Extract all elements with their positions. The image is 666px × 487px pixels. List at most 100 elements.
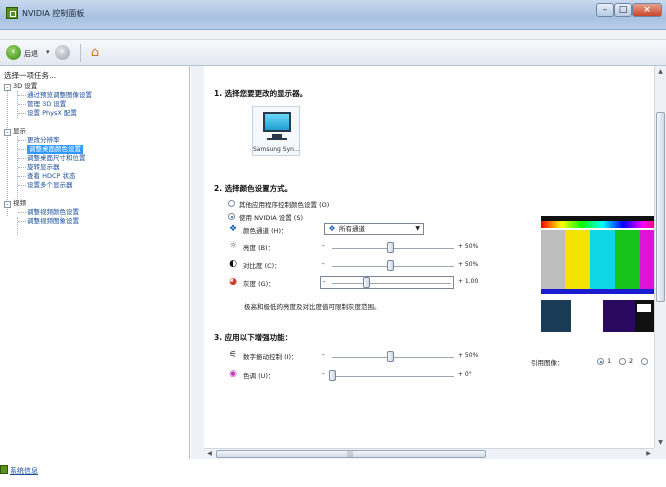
preview-bar-green	[615, 230, 640, 289]
tree-item-video-color[interactable]: 调整视频颜色设置	[27, 208, 79, 217]
back-dropdown-icon[interactable]: ▾	[46, 48, 50, 56]
monitor-icon	[263, 112, 291, 132]
section-color-method: 2. 选择颜色设置方式。	[214, 184, 293, 193]
minimize-button[interactable]: –	[596, 3, 614, 17]
vertical-scrollbar[interactable]: ▲ ▼	[654, 66, 666, 448]
contrast-value: + 50%	[458, 261, 479, 268]
tree-category-display[interactable]: - 显示	[4, 127, 26, 136]
tree-item-desktop-size-position[interactable]: 调整桌面尺寸和位置	[27, 154, 86, 163]
vertical-scroll-thumb[interactable]	[656, 112, 665, 302]
tree-category-label: 视频	[13, 199, 26, 207]
color-channel-value: 所有通道	[339, 225, 365, 233]
reference-image-option-1[interactable]: 1	[607, 357, 611, 365]
close-button[interactable]: ×	[632, 3, 662, 17]
scroll-left-icon[interactable]: ◀	[204, 449, 215, 459]
tree-connector	[18, 176, 26, 177]
radio-use-nvidia-label[interactable]: 使用 NVIDIA 设置 (S)	[239, 212, 303, 222]
color-channel-label: 颜色通道 (H)：	[243, 227, 288, 235]
tree-item-preview-image-settings[interactable]: 通过预览调整图像设置	[27, 91, 92, 100]
brightness-icon: ☼	[228, 241, 238, 251]
radio-other-apps-control[interactable]	[228, 200, 235, 207]
gamma-slider-thumb[interactable]	[362, 277, 370, 288]
tree-category-label: 3D 设置	[13, 82, 38, 90]
hue-minus: -	[322, 370, 325, 378]
tree-connector	[18, 140, 26, 141]
tree-item-desktop-color-settings[interactable]: 调整桌面颜色设置	[27, 145, 83, 154]
hue-slider-track[interactable]	[332, 376, 454, 377]
brightness-slider-thumb[interactable]	[386, 242, 394, 253]
tree-connector	[17, 217, 18, 235]
scroll-up-icon[interactable]: ▲	[655, 66, 666, 77]
home-icon[interactable]: ⌂	[86, 44, 104, 62]
monitor-base	[267, 138, 287, 140]
tree-connector	[18, 149, 26, 150]
scroll-down-icon[interactable]: ▼	[655, 437, 666, 448]
collapse-icon[interactable]: -	[4, 201, 11, 208]
horizontal-scrollbar[interactable]: ◀ ||| ▶	[204, 448, 654, 459]
section-enhancements: 3. 应用以下增强功能：	[214, 333, 293, 342]
tree-item-multiple-displays[interactable]: 设置多个显示器	[27, 181, 73, 190]
tree-connector	[18, 221, 26, 222]
reference-image-preview	[541, 216, 664, 336]
task-panel: 选择一项任务... -3D 设置 通过预览调整图像设置 管理 3D 设置 设置 …	[0, 66, 190, 459]
gamma-minus: -	[323, 278, 326, 286]
hue-label: 色调 (U)：	[243, 372, 275, 380]
tree-item-manage-3d[interactable]: 管理 3D 设置	[27, 100, 66, 109]
tree-item-physx[interactable]: 设置 PhysX 配置	[27, 109, 77, 118]
tree-item-video-image[interactable]: 调整视频图象设置	[27, 217, 79, 226]
task-panel-heading: 选择一项任务...	[4, 71, 57, 80]
contrast-slider-thumb[interactable]	[386, 260, 394, 271]
tree-item-hdcp-status[interactable]: 查看 HDCP 状态	[27, 172, 75, 181]
brightness-label: 亮度 (B)：	[243, 244, 275, 252]
hue-value: + 0°	[458, 371, 472, 378]
gamma-label: 灰度 (G)：	[243, 280, 275, 288]
system-information-label[interactable]: 系统信息	[10, 467, 38, 475]
back-arrow-icon[interactable]: ‹	[6, 45, 21, 60]
contrast-minus: -	[322, 260, 325, 268]
title-bar: NVIDIA 控制面板 – □ ×	[0, 0, 666, 30]
tree-category-video[interactable]: - 视频	[4, 199, 26, 208]
section-select-display: 1. 选择您要更改的显示器。	[214, 89, 308, 98]
vibrance-slider-thumb[interactable]	[386, 351, 394, 362]
color-channel-dropdown[interactable]: ❖ 所有通道 ▼	[324, 223, 424, 235]
reference-image-radio-2[interactable]	[619, 358, 626, 365]
collapse-icon[interactable]: -	[4, 84, 11, 91]
preview-navy-block	[541, 300, 571, 332]
horizontal-scroll-thumb[interactable]: |||	[216, 450, 486, 458]
collapse-icon[interactable]: -	[4, 129, 11, 136]
gamma-note: 极高和极低的亮度及对比度值可限制灰度范围。	[244, 303, 381, 311]
tree-connector	[18, 95, 26, 96]
preview-bar-cyan	[590, 230, 615, 289]
gamma-icon: ◕	[229, 277, 237, 287]
system-information-link[interactable]: 系统信息	[0, 465, 38, 476]
hue-slider-thumb[interactable]	[329, 370, 336, 381]
tree-category-label: 显示	[13, 127, 26, 135]
monitor-selector[interactable]: Samsung Syn...	[252, 106, 300, 156]
tree-connector	[18, 185, 26, 186]
toolbar: ‹ 后退 ▾ › ⌂	[0, 40, 666, 66]
tree-connector	[18, 113, 26, 114]
reference-image-radio-1[interactable]	[597, 358, 604, 365]
forward-arrow-icon[interactable]: ›	[55, 45, 70, 60]
back-button-label[interactable]: 后退	[24, 49, 38, 59]
radio-other-apps-label[interactable]: 其他应用程序控制颜色设置 (O)	[239, 199, 329, 209]
preview-bar-yellow	[565, 230, 590, 289]
vibrance-icon: ⚟	[228, 350, 238, 360]
nvidia-app-icon	[6, 7, 18, 19]
tree-category-3d[interactable]: -3D 设置	[4, 82, 37, 91]
scroll-right-icon[interactable]: ▶	[643, 449, 654, 459]
maximize-button[interactable]: □	[614, 3, 632, 17]
vibrance-label: 数字振动控制 (I)：	[243, 353, 298, 361]
tree-item-change-resolution[interactable]: 更改分辨率	[27, 136, 60, 145]
tree-item-rotate-display[interactable]: 旋转显示器	[27, 163, 60, 172]
radio-use-nvidia-settings[interactable]	[228, 213, 235, 220]
reference-image-radio-3[interactable]	[641, 358, 648, 365]
reference-image-option-2[interactable]: 2	[629, 357, 633, 365]
settings-panel: 1. 选择您要更改的显示器。 Samsung Syn... 2. 选择颜色设置方…	[191, 66, 666, 459]
contrast-label: 对比度 (C)：	[243, 262, 281, 270]
reference-image-label: 引用图像：	[531, 359, 564, 367]
preview-gradient-strip	[541, 216, 664, 228]
toolbar-separator	[80, 44, 81, 62]
gamma-slider-track[interactable]	[332, 283, 451, 284]
hue-icon: ◉	[229, 369, 237, 379]
